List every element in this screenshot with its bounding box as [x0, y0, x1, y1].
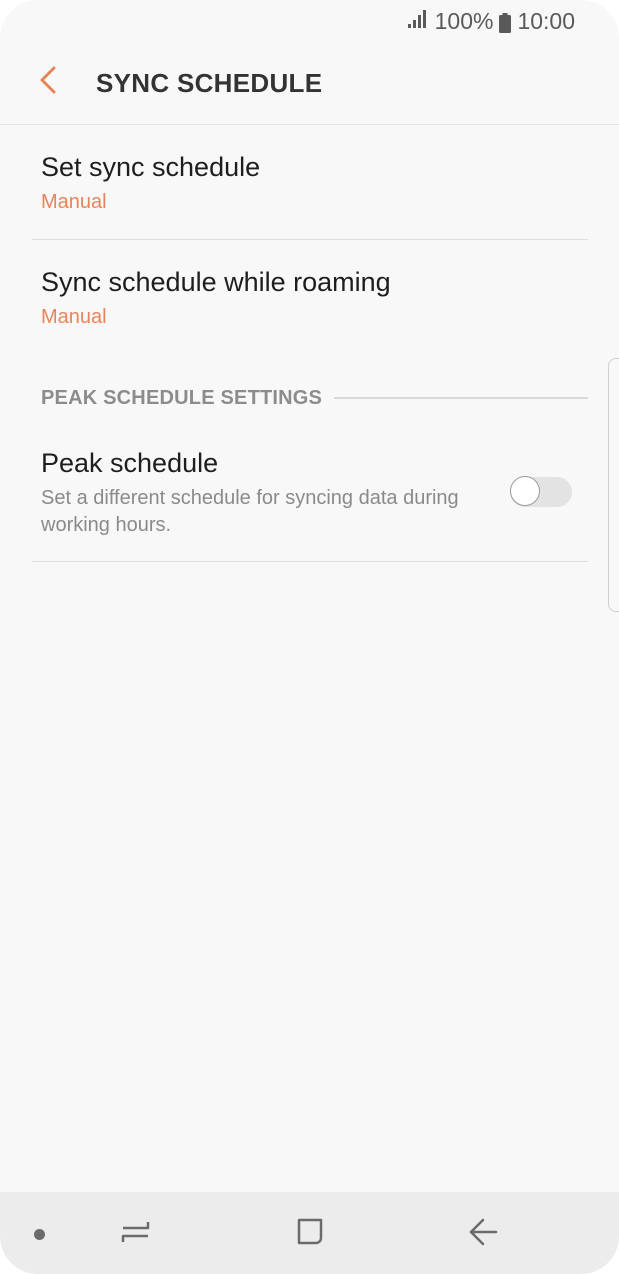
phone-screen: 100% 10:00 SYNC SCHEDULE Set sync schedu…: [0, 0, 619, 1274]
app-bar: SYNC SCHEDULE: [0, 44, 619, 125]
navigation-bar: [0, 1192, 619, 1274]
peak-schedule-title: Peak schedule: [41, 448, 219, 478]
roaming-sync-schedule-title: Sync schedule while roaming: [41, 267, 391, 297]
status-bar: 100% 10:00: [0, 0, 619, 44]
peak-schedule-section-header: PEAK SCHEDULE SETTINGS: [41, 384, 588, 412]
home-icon: [295, 1217, 325, 1252]
divider: [32, 239, 588, 240]
home-button[interactable]: [288, 1212, 332, 1256]
set-sync-schedule-title: Set sync schedule: [41, 152, 261, 182]
roaming-sync-schedule-item[interactable]: Sync schedule while roaming Manual: [32, 267, 588, 353]
edge-panel-handle[interactable]: [608, 358, 619, 612]
status-right: 100% 10:00: [407, 8, 575, 35]
set-sync-schedule-value: Manual: [41, 191, 107, 213]
chevron-left-icon: [37, 65, 59, 100]
page-title: SYNC SCHEDULE: [96, 68, 323, 98]
back-icon: [467, 1217, 499, 1252]
peak-schedule-toggle[interactable]: [510, 476, 572, 507]
back-nav-button[interactable]: [461, 1212, 505, 1256]
back-button[interactable]: [26, 60, 70, 104]
peak-schedule-item[interactable]: Peak schedule Set a different schedule f…: [32, 448, 588, 548]
recent-apps-icon: [120, 1218, 152, 1251]
section-header-label: PEAK SCHEDULE SETTINGS: [41, 386, 323, 409]
battery-percent: 100%: [434, 8, 494, 34]
set-sync-schedule-item[interactable]: Set sync schedule Manual: [32, 152, 588, 238]
peak-schedule-description: Set a different schedule for syncing dat…: [41, 487, 459, 536]
clock: 10:00: [517, 8, 575, 34]
divider: [32, 561, 588, 562]
nav-dot-icon[interactable]: [34, 1229, 45, 1240]
recent-apps-button[interactable]: [114, 1212, 158, 1256]
roaming-sync-schedule-value: Manual: [41, 306, 107, 328]
signal-icon: [407, 8, 429, 35]
section-header-line: [334, 397, 588, 399]
toggle-knob: [510, 476, 540, 506]
battery-icon: [499, 12, 512, 33]
